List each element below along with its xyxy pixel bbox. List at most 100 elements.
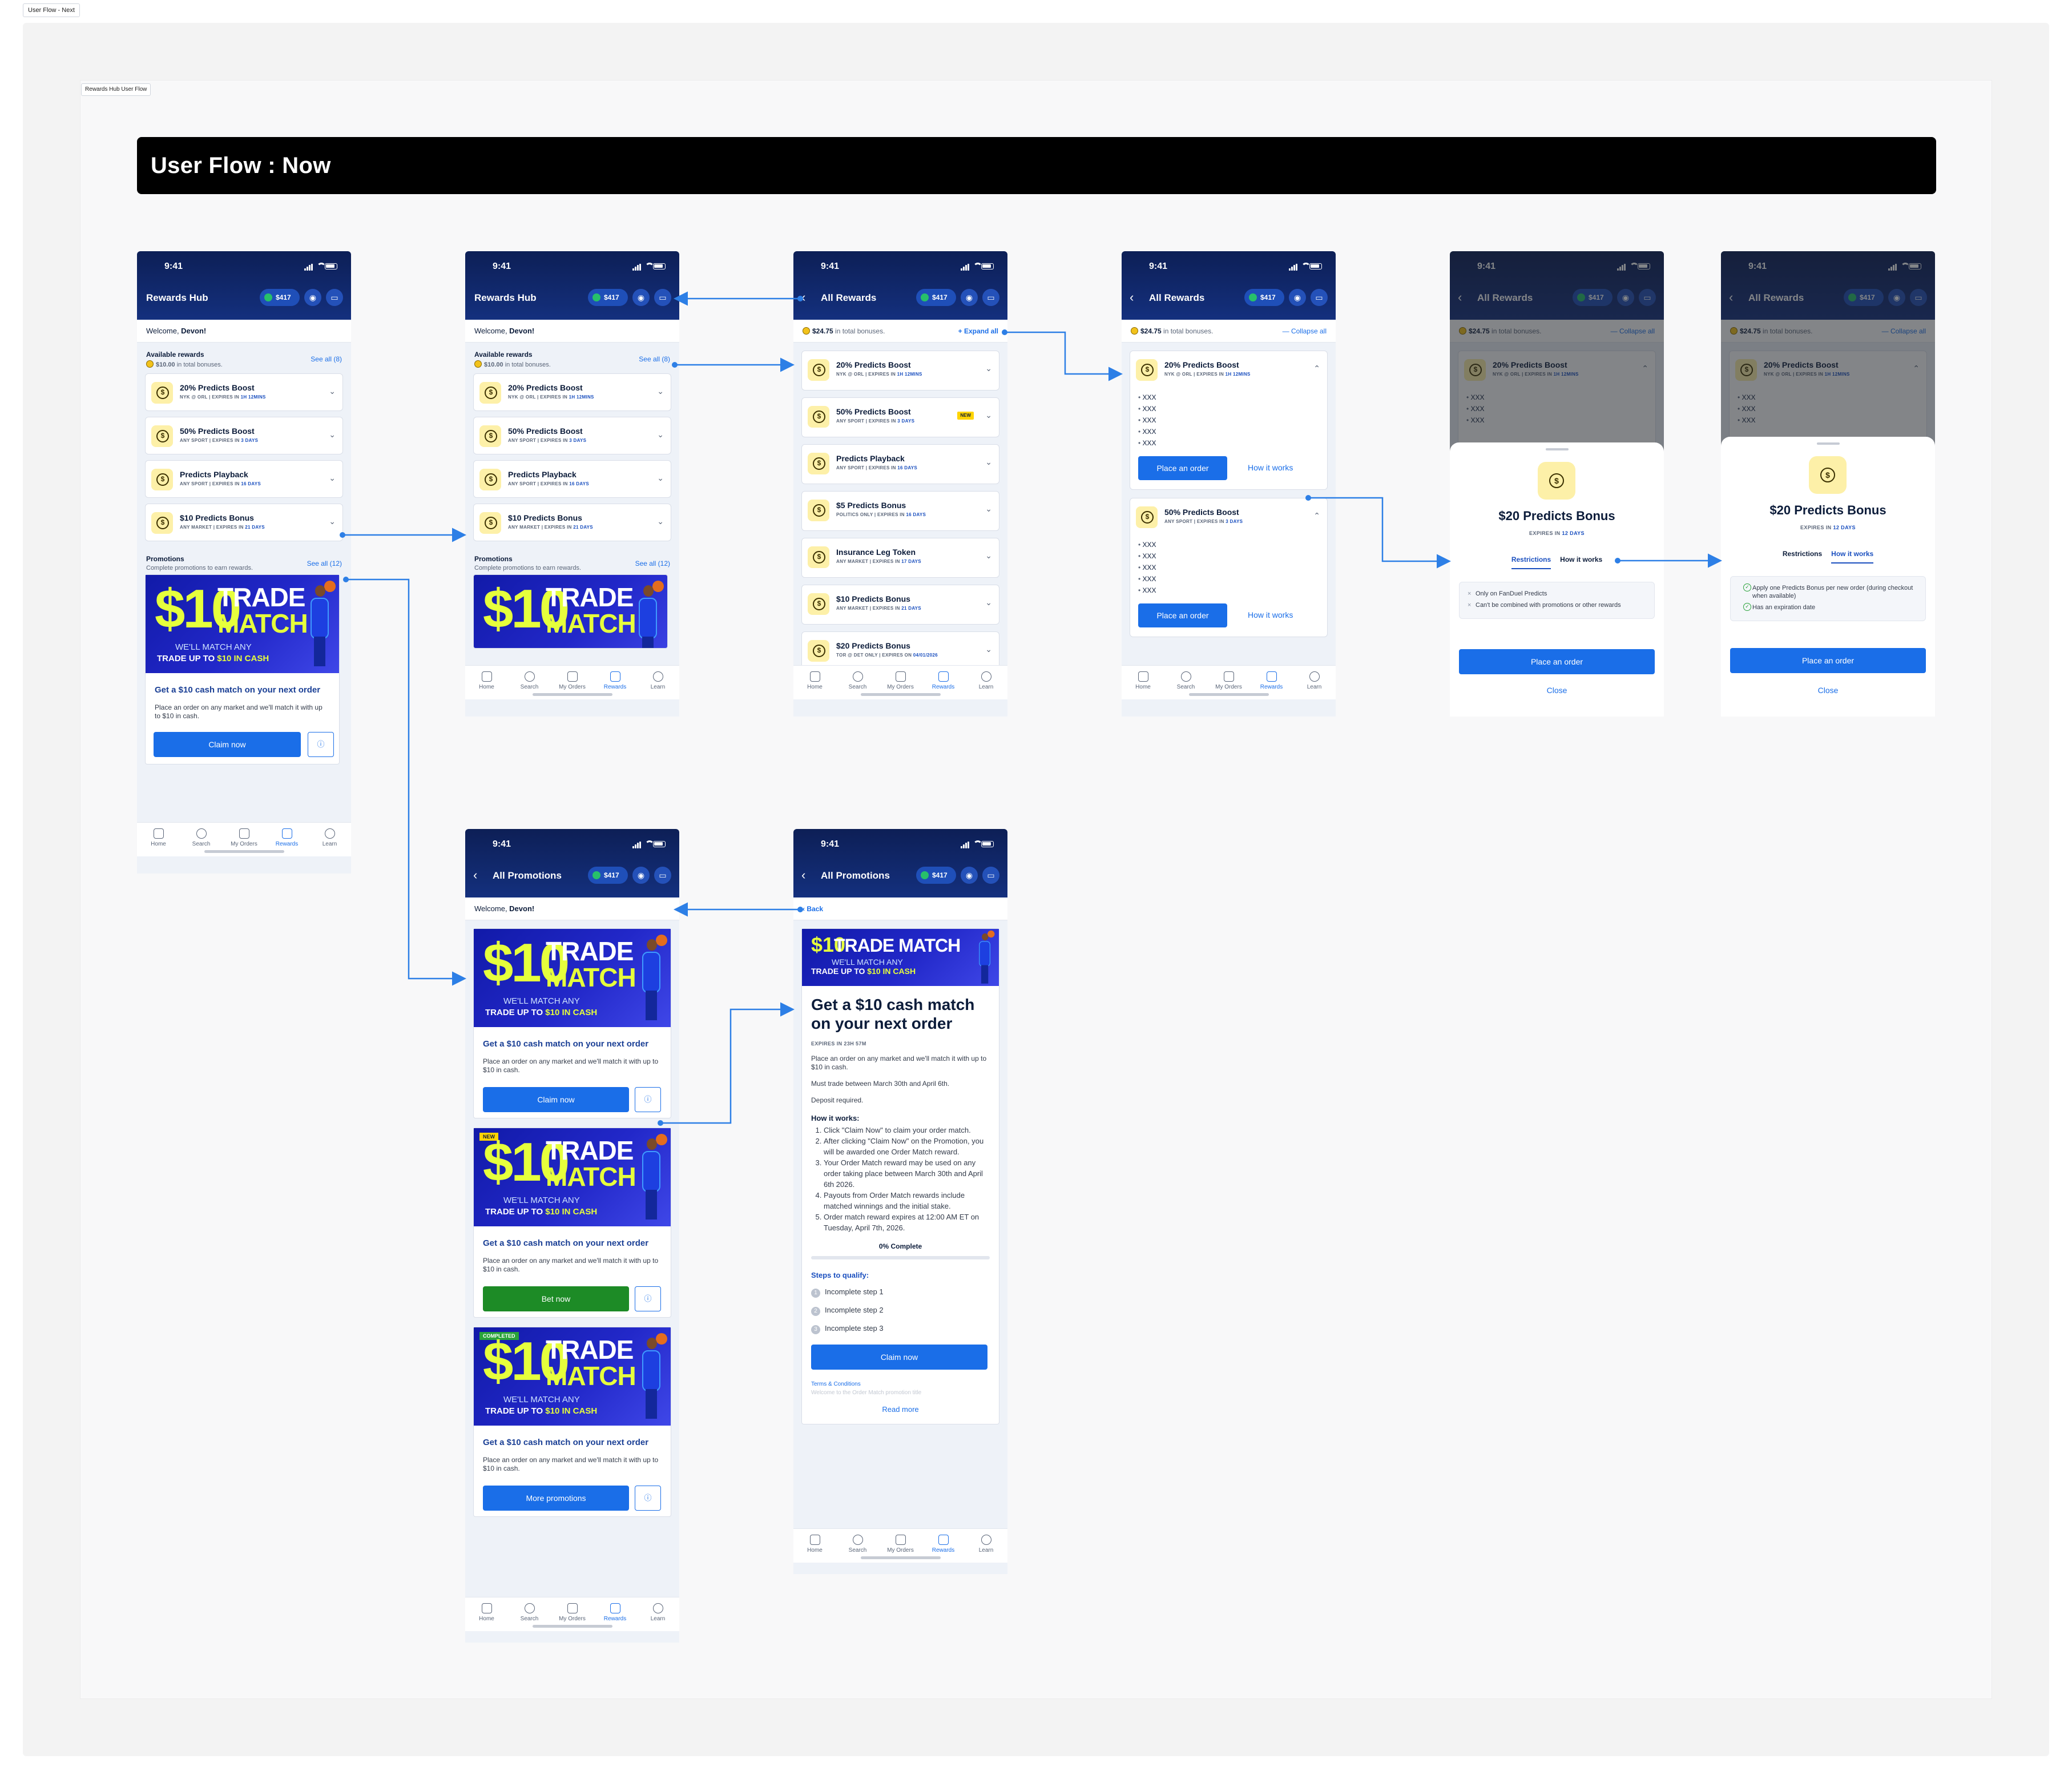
see-all-rewards-link[interactable]: See all (8): [311, 355, 342, 363]
tab-home[interactable]: Home: [465, 1597, 508, 1631]
reward-card[interactable]: 20% Predicts BoostNYK @ ORL | EXPIRES IN…: [145, 373, 343, 411]
see-all-rewards-link[interactable]: See all (8): [639, 355, 670, 363]
tab-home[interactable]: Home: [465, 666, 508, 699]
see-all-promotions-link[interactable]: See all (12): [307, 560, 342, 567]
info-icon[interactable]: ⓘ: [635, 1286, 661, 1311]
tab-learn[interactable]: Learn: [636, 1597, 679, 1631]
balance-pill[interactable]: $417: [916, 289, 956, 306]
chevron-left-icon[interactable]: ‹: [1130, 290, 1134, 305]
promo-banner[interactable]: NEW $10 TRADE MATCH WE'LL MATCH ANY TRADE U…: [474, 1128, 671, 1226]
place-order-button[interactable]: Place an order: [1459, 649, 1655, 674]
tab-learn[interactable]: Learn: [1293, 666, 1336, 699]
claim-now-button[interactable]: Claim now: [483, 1087, 629, 1112]
account-icon[interactable]: ◉: [632, 289, 650, 306]
tab-home[interactable]: Home: [793, 1529, 836, 1563]
reward-card[interactable]: $10 Predicts BonusANY MARKET | EXPIRES I…: [473, 504, 671, 541]
promo-banner[interactable]: $10 TRADE MATCH WE'LL MATCH ANY TRADE UP TO…: [474, 929, 671, 1027]
balance-pill[interactable]: $417: [588, 867, 628, 884]
back-link[interactable]: ‹ Back: [803, 905, 823, 913]
claim-now-button[interactable]: Claim now: [811, 1345, 987, 1370]
reward-card[interactable]: $10 Predicts BonusANY MARKET | EXPIRES I…: [801, 585, 999, 625]
chevron-left-icon[interactable]: ‹: [801, 868, 805, 883]
chat-icon[interactable]: ▭: [326, 289, 343, 306]
all-rewards-expanded-screen: 9:41 ‹ All Rewards $417 ◉ ▭ $24.75 in to…: [1122, 251, 1336, 717]
chat-icon[interactable]: ▭: [654, 867, 671, 884]
see-all-promotions-link[interactable]: See all (12): [635, 560, 670, 567]
reward-card[interactable]: $10 Predicts BonusANY MARKET | EXPIRES I…: [145, 504, 343, 541]
chat-icon[interactable]: ▭: [982, 289, 999, 306]
tab-how-it-works[interactable]: How it works: [1560, 556, 1602, 568]
account-icon[interactable]: ◉: [961, 289, 978, 306]
promo-card: $10 TRADE MATCH WE'LL MATCH ANY TRADE UP TO…: [473, 928, 671, 1118]
reward-card[interactable]: Predicts PlaybackANY SPORT | EXPIRES IN …: [473, 460, 671, 498]
more-promotions-button[interactable]: More promotions: [483, 1486, 629, 1511]
close-link[interactable]: Close: [1450, 686, 1664, 695]
tab-home[interactable]: Home: [793, 666, 836, 699]
reward-card[interactable]: 20% Predicts BoostNYK @ ORL | EXPIRES IN…: [801, 351, 999, 391]
balance-pill[interactable]: $417: [260, 289, 300, 306]
chevron-down-icon: ⌄: [657, 517, 664, 526]
chat-icon[interactable]: ▭: [1311, 289, 1328, 306]
chevron-left-icon[interactable]: ‹: [473, 868, 477, 883]
reward-card[interactable]: 50% Predicts BoostANY SPORT | EXPIRES IN…: [801, 397, 999, 437]
balance-pill[interactable]: $417: [1244, 289, 1284, 306]
place-order-button[interactable]: Place an order: [1138, 456, 1227, 480]
info-icon[interactable]: ⓘ: [635, 1486, 661, 1511]
chat-icon[interactable]: ▭: [654, 289, 671, 306]
welcome-bar: Welcome, Devon!: [137, 320, 351, 343]
how-it-works-link[interactable]: How it works: [1248, 463, 1293, 472]
sheet-grabber[interactable]: [1817, 442, 1840, 445]
sheet-grabber[interactable]: [1546, 448, 1569, 450]
promo-banner[interactable]: $10 TRADE MATCH: [474, 575, 667, 648]
tab-learn[interactable]: Learn: [308, 823, 351, 856]
balance-pill[interactable]: $417: [916, 867, 956, 884]
how-it-works-link[interactable]: How it works: [1248, 610, 1293, 619]
account-icon[interactable]: ◉: [1289, 289, 1306, 306]
collapse-all-link[interactable]: — Collapse all: [1283, 327, 1327, 335]
expand-all-link[interactable]: + Expand all: [958, 327, 998, 335]
account-icon[interactable]: ◉: [304, 289, 321, 306]
read-more-link[interactable]: Read more: [802, 1396, 999, 1424]
tab-learn[interactable]: Learn: [965, 666, 1007, 699]
info-icon[interactable]: ⓘ: [635, 1087, 661, 1112]
how-it-works-list: Apply one Predicts Bonus per new order (…: [1730, 576, 1926, 621]
chevron-left-icon[interactable]: ‹: [801, 290, 805, 305]
promo-banner[interactable]: $10 TRADE MATCH WE'LL MATCH ANY TRADE UP TO…: [146, 575, 339, 673]
account-icon[interactable]: ◉: [961, 867, 978, 884]
reward-card[interactable]: 50% Predicts BoostANY SPORT | EXPIRES IN…: [473, 417, 671, 454]
claim-now-button[interactable]: Claim now: [154, 732, 301, 757]
playback-icon: [151, 469, 173, 490]
chevron-down-icon: ⌄: [329, 430, 336, 439]
promo-card: $10 TRADE MATCH WE'LL MATCH ANY TRADE UP TO…: [145, 574, 340, 764]
tab-restrictions[interactable]: Restrictions: [1511, 556, 1551, 569]
header-title: Rewards Hub: [146, 292, 208, 303]
new-badge: NEW: [957, 412, 974, 420]
tab-home[interactable]: Home: [1122, 666, 1164, 699]
tab-learn[interactable]: Learn: [636, 666, 679, 699]
reward-card[interactable]: $5 Predicts BonusPOLITICS ONLY | EXPIRES…: [801, 491, 999, 531]
promo-banner[interactable]: COMPLETED $10 TRADE MATCH WE'LL MATCH ANY T…: [474, 1327, 671, 1426]
frame-tag: Rewards Hub User Flow: [81, 83, 151, 96]
balance-pill[interactable]: $417: [588, 289, 628, 306]
reward-card-expanded[interactable]: 20% Predicts BoostNYK @ ORL | EXPIRES IN…: [1130, 351, 1328, 490]
place-order-button[interactable]: Place an order: [1138, 603, 1227, 627]
terms-link[interactable]: Terms & Conditions: [802, 1371, 999, 1387]
tab-restrictions[interactable]: Restrictions: [1783, 550, 1822, 562]
close-link[interactable]: Close: [1721, 686, 1935, 695]
place-order-button[interactable]: Place an order: [1730, 648, 1926, 673]
tab-learn[interactable]: Learn: [965, 1529, 1007, 1563]
reward-card[interactable]: Insurance Leg TokenANY MARKET | EXPIRES …: [801, 538, 999, 578]
how-it-works-title: How it works:: [811, 1114, 860, 1122]
promotions-header: Promotions Complete promotions to earn r…: [146, 555, 342, 571]
chat-icon[interactable]: ▭: [982, 867, 999, 884]
bet-now-button[interactable]: Bet now: [483, 1286, 629, 1311]
reward-card-expanded[interactable]: 50% Predicts BoostANY SPORT | EXPIRES IN…: [1130, 498, 1328, 637]
reward-card[interactable]: 20% Predicts BoostNYK @ ORL | EXPIRES IN…: [473, 373, 671, 411]
reward-card[interactable]: Predicts PlaybackANY SPORT | EXPIRES IN …: [145, 460, 343, 498]
info-icon[interactable]: ⓘ: [308, 732, 334, 757]
reward-card[interactable]: 50% Predicts BoostANY SPORT | EXPIRES IN…: [145, 417, 343, 454]
account-icon[interactable]: ◉: [632, 867, 650, 884]
tab-how-it-works[interactable]: How it works: [1831, 550, 1874, 564]
tab-home[interactable]: Home: [137, 823, 180, 856]
reward-card[interactable]: Predicts PlaybackANY SPORT | EXPIRES IN …: [801, 444, 999, 484]
